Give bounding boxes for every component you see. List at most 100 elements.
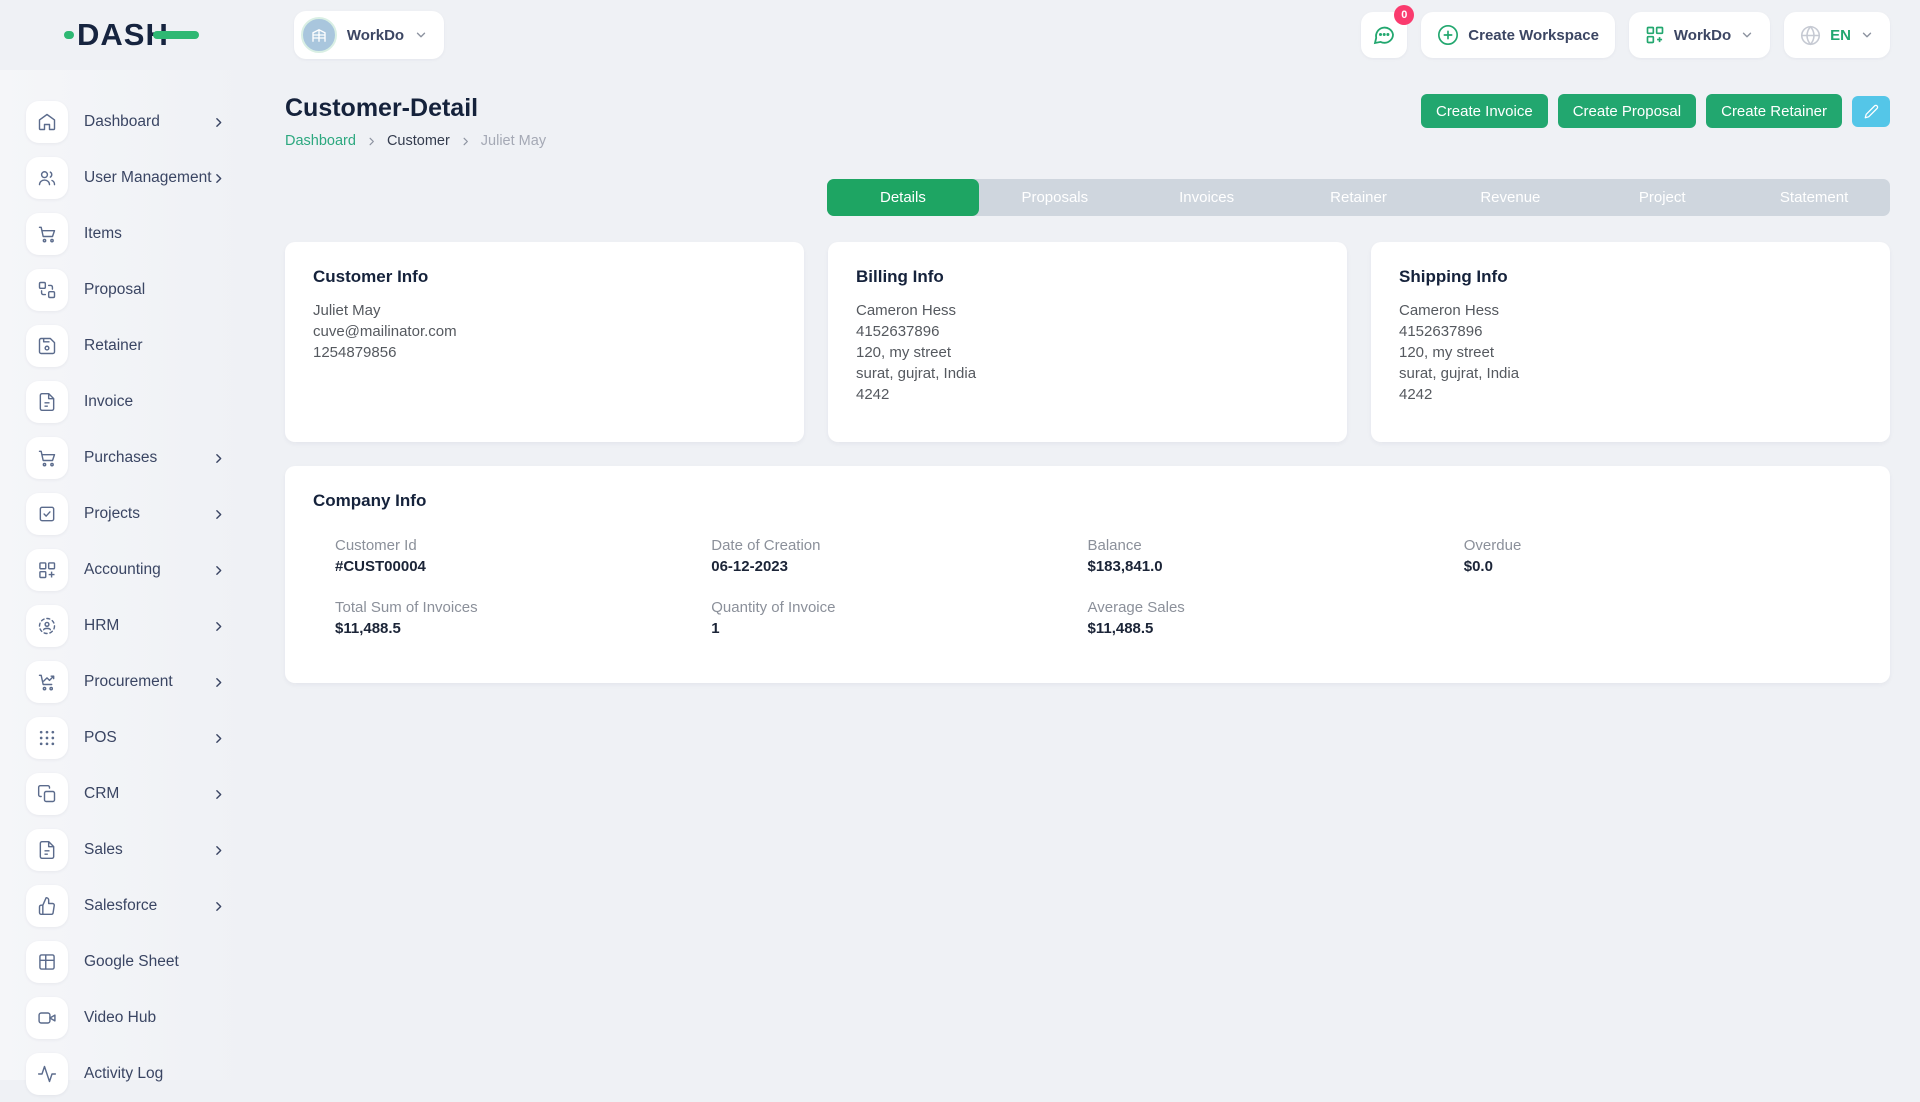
- thumbs-up-icon: [26, 885, 68, 927]
- customer-phone: 1254879856: [313, 342, 776, 363]
- workspace-avatar: [301, 17, 337, 53]
- sidebar-item-invoice[interactable]: Invoice: [26, 374, 225, 430]
- home-icon: [26, 101, 68, 143]
- sidebar-item-projects[interactable]: Projects: [26, 486, 225, 542]
- field-label: Total Sum of Invoices: [335, 599, 711, 616]
- breadcrumb-customer-link[interactable]: Customer: [387, 133, 450, 149]
- sidebar-item-label: Items: [84, 225, 122, 243]
- tab-invoices[interactable]: Invoices: [1131, 179, 1283, 216]
- sidebar-item-video-hub[interactable]: Video Hub: [26, 990, 225, 1046]
- sidebar-item-label: HRM: [84, 617, 119, 635]
- cart-icon: [26, 213, 68, 255]
- sidebar-item-user-management[interactable]: User Management: [26, 150, 225, 206]
- billing-info-card: Billing Info Cameron Hess 4152637896 120…: [828, 242, 1347, 442]
- card-title: Company Info: [313, 491, 1862, 511]
- field-label: Balance: [1088, 537, 1464, 554]
- edit-customer-button[interactable]: [1852, 96, 1890, 127]
- customer-info-card: Customer Info Juliet May cuve@mailinator…: [285, 242, 804, 442]
- sidebar-item-label: Proposal: [84, 281, 145, 299]
- card-title: Customer Info: [313, 267, 776, 287]
- field-overdue: Overdue $0.0: [1464, 537, 1840, 575]
- chevron-right-icon: [212, 900, 225, 913]
- sidebar-item-crm[interactable]: CRM: [26, 766, 225, 822]
- breadcrumb-dashboard-link[interactable]: Dashboard: [285, 133, 356, 149]
- sidebar-item-procurement[interactable]: Procurement: [26, 654, 225, 710]
- field-label: Average Sales: [1088, 599, 1464, 616]
- customer-name: Juliet May: [313, 300, 776, 321]
- create-invoice-button[interactable]: Create Invoice: [1421, 94, 1548, 128]
- workspace-label: WorkDo: [347, 27, 404, 44]
- app-switcher-button[interactable]: WorkDo: [1629, 12, 1770, 58]
- tab-proposals[interactable]: Proposals: [979, 179, 1131, 216]
- sidebar-item-hrm[interactable]: HRM: [26, 598, 225, 654]
- page-title: Customer-Detail: [285, 94, 546, 123]
- field-value: $0.0: [1464, 558, 1840, 575]
- sidebar-item-pos[interactable]: POS: [26, 710, 225, 766]
- copy-icon: [26, 773, 68, 815]
- chevron-right-icon: [212, 844, 225, 857]
- field-quantity-of-invoice: Quantity of Invoice 1: [711, 599, 1087, 637]
- sidebar-item-google-sheet[interactable]: Google Sheet: [26, 934, 225, 990]
- sidebar-item-label: Accounting: [84, 561, 161, 579]
- sidebar-item-salesforce[interactable]: Salesforce: [26, 878, 225, 934]
- chevron-down-icon: [1740, 28, 1754, 42]
- file-icon: [26, 381, 68, 423]
- create-workspace-label: Create Workspace: [1468, 27, 1599, 44]
- tab-retainer[interactable]: Retainer: [1283, 179, 1435, 216]
- shipping-street: 120, my street: [1399, 342, 1862, 363]
- field-total-sum-of-invoices: Total Sum of Invoices $11,488.5: [335, 599, 711, 637]
- card-title: Billing Info: [856, 267, 1319, 287]
- sidebar-item-label: Sales: [84, 841, 123, 859]
- table-icon: [26, 941, 68, 983]
- company-fields: Customer Id #CUST00004 Date of Creation …: [313, 537, 1862, 637]
- sidebar-item-label: Procurement: [84, 673, 173, 691]
- create-workspace-button[interactable]: Create Workspace: [1421, 12, 1615, 58]
- globe-icon: [1800, 25, 1821, 46]
- shipping-city: surat, gujrat, India: [1399, 363, 1862, 384]
- billing-phone: 4152637896: [856, 321, 1319, 342]
- chat-button[interactable]: 0: [1361, 12, 1407, 58]
- page-header: Customer-Detail Dashboard Customer Julie…: [285, 94, 1890, 149]
- sidebar-item-label: Projects: [84, 505, 140, 523]
- sidebar-item-dashboard[interactable]: Dashboard: [26, 94, 225, 150]
- building-icon: [310, 26, 328, 44]
- shipping-name: Cameron Hess: [1399, 300, 1862, 321]
- tab-details[interactable]: Details: [827, 179, 979, 216]
- sidebar-item-sales[interactable]: Sales: [26, 822, 225, 878]
- sidebar-item-items[interactable]: Items: [26, 206, 225, 262]
- billing-street: 120, my street: [856, 342, 1319, 363]
- sidebar-item-label: Retainer: [84, 337, 143, 355]
- customer-email: cuve@mailinator.com: [313, 321, 776, 342]
- tab-revenue[interactable]: Revenue: [1434, 179, 1586, 216]
- sidebar-item-label: Activity Log: [84, 1065, 163, 1083]
- sidebar-item-retainer[interactable]: Retainer: [26, 318, 225, 374]
- person-dashed-circle-icon: [26, 605, 68, 647]
- field-value: 06-12-2023: [711, 558, 1087, 575]
- save-icon: [26, 325, 68, 367]
- create-retainer-button[interactable]: Create Retainer: [1706, 94, 1842, 128]
- sidebar-item-label: Invoice: [84, 393, 133, 411]
- sidebar-item-label: User Management: [84, 169, 212, 187]
- field-value: 1: [711, 620, 1087, 637]
- language-code: EN: [1830, 27, 1851, 44]
- sidebar-item-activity-log[interactable]: Activity Log: [26, 1046, 225, 1102]
- dash-logo[interactable]: DASH: [64, 17, 199, 53]
- sidebar-item-purchases[interactable]: Purchases: [26, 430, 225, 486]
- field-label: Quantity of Invoice: [711, 599, 1087, 616]
- shipping-phone: 4152637896: [1399, 321, 1862, 342]
- sidebar-item-proposal[interactable]: Proposal: [26, 262, 225, 318]
- language-selector[interactable]: EN: [1784, 12, 1890, 58]
- workspace-selector[interactable]: WorkDo: [294, 11, 444, 59]
- company-info-card: Company Info Customer Id #CUST00004 Date…: [285, 466, 1890, 683]
- tab-project[interactable]: Project: [1586, 179, 1738, 216]
- dots-grid-icon: [26, 717, 68, 759]
- chat-badge: 0: [1394, 5, 1414, 25]
- grid-plus-icon: [26, 549, 68, 591]
- topbar: DASH WorkDo 0 Create Workspace WorkDo EN: [0, 0, 1920, 70]
- field-value: $11,488.5: [1088, 620, 1464, 637]
- sidebar-item-accounting[interactable]: Accounting: [26, 542, 225, 598]
- tab-statement[interactable]: Statement: [1738, 179, 1890, 216]
- create-proposal-button[interactable]: Create Proposal: [1558, 94, 1696, 128]
- field-value: $11,488.5: [335, 620, 711, 637]
- field-date-of-creation: Date of Creation 06-12-2023: [711, 537, 1087, 575]
